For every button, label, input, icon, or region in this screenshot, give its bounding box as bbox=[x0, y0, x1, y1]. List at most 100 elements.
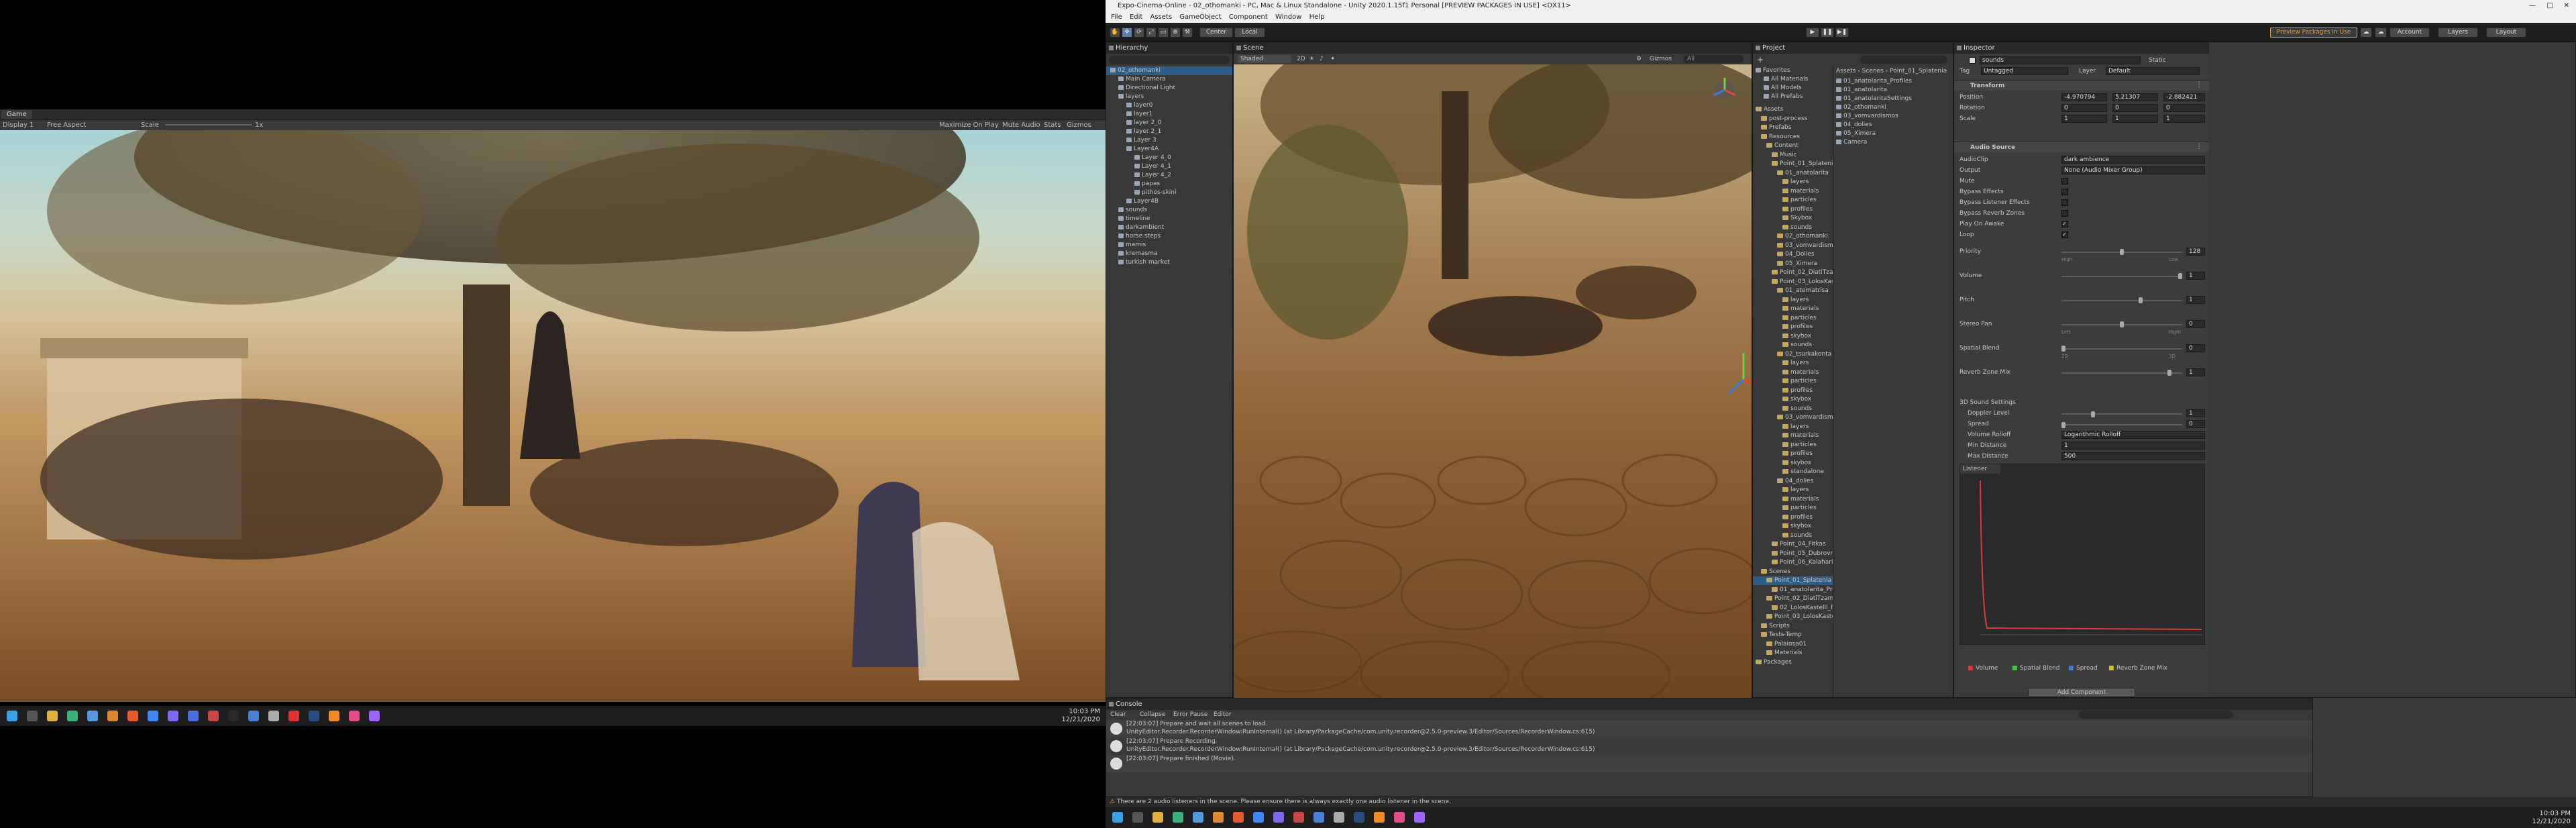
maximize-on-play-toggle[interactable]: Maximize On Play bbox=[939, 120, 999, 130]
hierarchy-item[interactable]: Directional Light bbox=[1106, 84, 1232, 93]
hierarchy-item[interactable]: layers bbox=[1106, 93, 1232, 101]
audio-slider[interactable] bbox=[2061, 276, 2182, 277]
slider-value-field[interactable]: 0 bbox=[2186, 344, 2205, 352]
project-folder-item[interactable]: profiles bbox=[1753, 205, 1833, 214]
app-icon-1[interactable] bbox=[67, 711, 78, 721]
project-folder-item[interactable]: particles bbox=[1753, 504, 1833, 513]
step-button[interactable]: ▶❚ bbox=[1835, 28, 1849, 38]
project-folder-item[interactable]: layers bbox=[1753, 178, 1833, 187]
create-dropdown[interactable]: + bbox=[1757, 55, 1764, 64]
move-tool-icon[interactable]: ✥ bbox=[1122, 28, 1132, 38]
audio-slider[interactable] bbox=[2061, 300, 2182, 301]
collab-icon[interactable]: ☁ bbox=[2360, 28, 2372, 38]
slider-value-field[interactable]: 1 bbox=[2186, 272, 2205, 280]
project-folder-item[interactable]: skybox bbox=[1753, 459, 1833, 468]
audio-source-header[interactable]: Audio Source ⋮ bbox=[1954, 142, 2209, 152]
hierarchy-item[interactable]: darkambient bbox=[1106, 223, 1232, 232]
illustrator-icon-right[interactable] bbox=[1374, 812, 1385, 823]
project-folder-item[interactable]: skybox bbox=[1753, 395, 1833, 404]
hierarchy-item[interactable]: kremasma bbox=[1106, 250, 1232, 258]
search-icon[interactable] bbox=[27, 711, 38, 721]
project-folder-item[interactable]: particles bbox=[1753, 377, 1833, 386]
project-folder-item[interactable]: 05_Ximera bbox=[1753, 260, 1833, 268]
scale-tool-icon[interactable]: ⤢ bbox=[1146, 28, 1157, 38]
project-folder-item[interactable]: 01_atematrisa bbox=[1753, 287, 1833, 295]
project-folder-item[interactable]: particles bbox=[1753, 196, 1833, 205]
pause-button[interactable]: ❚❚ bbox=[1821, 28, 1834, 38]
output-field[interactable]: None (Audio Mixer Group) bbox=[2061, 166, 2205, 174]
project-folder-item[interactable]: Point_01_Splatenia bbox=[1753, 576, 1833, 585]
hierarchy-item[interactable]: layer0 bbox=[1106, 101, 1232, 110]
project-folder-item[interactable]: Point_03_LolosKastelli bbox=[1753, 278, 1833, 287]
hierarchy-item[interactable]: Layer 4_1 bbox=[1106, 162, 1232, 171]
hierarchy-item[interactable]: mamis bbox=[1106, 241, 1232, 250]
game-view[interactable] bbox=[0, 130, 1106, 702]
project-search-input[interactable] bbox=[1860, 56, 1947, 64]
project-folder-item[interactable]: 04_dolies bbox=[1753, 477, 1833, 486]
effects-toggle-icon[interactable]: ✦ bbox=[1330, 54, 1336, 64]
breadcrumb-current[interactable]: Point_01_Splatenia bbox=[1890, 68, 1947, 74]
rotation-z-field[interactable]: 0 bbox=[2163, 104, 2205, 112]
tab-project[interactable]: Project bbox=[1753, 42, 1953, 54]
indesign-icon-right[interactable] bbox=[1394, 812, 1405, 823]
menu-assets[interactable]: Assets bbox=[1150, 13, 1172, 21]
project-folder-item[interactable]: materials bbox=[1753, 368, 1833, 377]
favorites-item[interactable]: All Prefabs bbox=[1753, 93, 1803, 101]
menu-help[interactable]: Help bbox=[1309, 13, 1325, 21]
premiere-icon-right[interactable] bbox=[1414, 812, 1425, 823]
hierarchy-item[interactable]: 02_othomanki bbox=[1106, 66, 1232, 75]
toggle-checkbox[interactable] bbox=[2061, 189, 2068, 195]
spread-slider[interactable] bbox=[2061, 424, 2182, 425]
project-folder-item[interactable]: Scenes bbox=[1753, 568, 1833, 576]
scale-slider[interactable] bbox=[165, 124, 252, 125]
mute-audio-toggle[interactable]: Mute Audio bbox=[1002, 120, 1040, 130]
project-folder-item[interactable]: Palaiosa01 bbox=[1753, 640, 1833, 649]
hierarchy-item[interactable]: pithos-skini bbox=[1106, 189, 1232, 197]
active-checkbox[interactable] bbox=[1969, 57, 1976, 64]
app-icon-right-6[interactable] bbox=[1313, 812, 1324, 823]
lighting-toggle-icon[interactable]: ☀ bbox=[1309, 54, 1314, 64]
project-file-item[interactable]: 03_vomvardismos bbox=[1836, 112, 1898, 121]
toggle-checkbox[interactable]: ✓ bbox=[2061, 221, 2068, 227]
search-icon-right[interactable] bbox=[1132, 812, 1143, 823]
project-folder-item[interactable]: 04_Dolies bbox=[1753, 250, 1833, 259]
project-folder-item[interactable]: 03_vomvardismos bbox=[1753, 413, 1833, 422]
project-folder-item[interactable]: Point_06_Kalahari bbox=[1753, 558, 1833, 567]
app-icon-4[interactable] bbox=[168, 711, 178, 721]
layer-dropdown[interactable]: Default bbox=[2106, 67, 2200, 75]
project-folder-item[interactable]: 02_tsurkakonta bbox=[1753, 350, 1833, 359]
spread-field[interactable]: 0 bbox=[2186, 420, 2205, 428]
listener-tab[interactable]: Listener bbox=[1960, 464, 2000, 474]
2d-toggle[interactable]: 2D bbox=[1297, 54, 1305, 64]
hierarchy-item[interactable]: papas bbox=[1106, 180, 1232, 189]
toggle-checkbox[interactable]: ✓ bbox=[2061, 231, 2068, 238]
app-icon-2[interactable] bbox=[87, 711, 98, 721]
layers-dropdown[interactable]: Layers bbox=[2438, 28, 2478, 38]
project-folder-item[interactable]: layers bbox=[1753, 423, 1833, 431]
editor-dropdown[interactable]: Editor bbox=[1214, 710, 1232, 719]
display-dropdown[interactable]: Display 1 bbox=[3, 120, 34, 130]
collapse-button[interactable]: Collapse bbox=[1140, 710, 1165, 719]
project-folder-item[interactable]: sounds bbox=[1753, 341, 1833, 350]
app-icon-right-5[interactable] bbox=[1293, 812, 1304, 823]
project-folder-item[interactable]: 01_anatolarita bbox=[1753, 169, 1833, 178]
project-file-item[interactable]: 01_anatolarita bbox=[1836, 86, 1887, 95]
hand-tool-icon[interactable]: ✋ bbox=[1110, 28, 1120, 38]
project-folder-item[interactable]: skybox bbox=[1753, 332, 1833, 341]
app-icon-right-2[interactable] bbox=[1193, 812, 1203, 823]
photoshop-icon-right[interactable] bbox=[1354, 812, 1364, 823]
rotation-y-field[interactable]: 0 bbox=[2112, 104, 2158, 112]
audio-slider[interactable] bbox=[2061, 372, 2182, 374]
transform-gizmo[interactable] bbox=[1727, 353, 1752, 395]
add-component-button[interactable]: Add Component bbox=[2028, 688, 2135, 697]
audioclip-field[interactable]: dark ambience bbox=[2061, 156, 2205, 164]
app-icon-right-4[interactable] bbox=[1273, 812, 1284, 823]
project-folder-item[interactable]: layers bbox=[1753, 296, 1833, 305]
project-folder-item[interactable]: Point_01_Splatenia bbox=[1753, 160, 1833, 168]
doppler-field[interactable]: 1 bbox=[2186, 409, 2205, 417]
project-folder-item[interactable]: materials bbox=[1753, 305, 1833, 313]
project-file-item[interactable]: 01_anatolaritaSettings bbox=[1836, 95, 1912, 103]
app-icon-6[interactable] bbox=[208, 711, 219, 721]
position-x-field[interactable]: -4.970794 bbox=[2061, 93, 2107, 101]
tab-console[interactable]: Console bbox=[1106, 698, 2312, 710]
